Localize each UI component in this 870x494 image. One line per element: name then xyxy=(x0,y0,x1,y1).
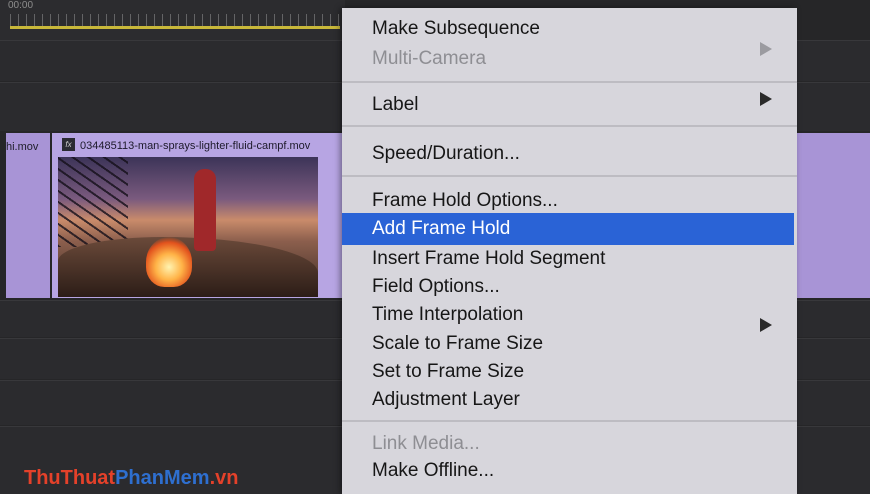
time-ruler[interactable]: 00:00 xyxy=(0,0,345,40)
context-menu: Make Subsequence Multi-Camera Label Spee… xyxy=(342,8,797,494)
menu-separator xyxy=(342,420,797,422)
clip-previous-name: hi.mov xyxy=(6,141,39,153)
submenu-arrow-icon xyxy=(760,318,772,332)
work-area-bar[interactable] xyxy=(10,26,340,29)
watermark-logo: ThuThuatPhanMem.vn xyxy=(24,467,239,489)
menu-item-set-to-frame-size[interactable]: Set to Frame Size xyxy=(372,361,524,383)
fx-icon: fx xyxy=(62,138,75,151)
clip-next[interactable] xyxy=(796,133,870,298)
menu-item-adjustment-layer[interactable]: Adjustment Layer xyxy=(372,389,520,411)
menu-item-time-interpolation[interactable]: Time Interpolation xyxy=(372,304,523,326)
menu-item-insert-frame-hold-segment[interactable]: Insert Frame Hold Segment xyxy=(372,248,605,270)
clip-previous[interactable]: hi.mov xyxy=(6,133,50,298)
menu-separator xyxy=(342,125,797,127)
menu-item-frame-hold-options[interactable]: Frame Hold Options... xyxy=(372,190,558,212)
clip-selected[interactable]: fx 034485113-man-sprays-lighter-fluid-ca… xyxy=(52,133,344,298)
menu-separator xyxy=(342,81,797,83)
menu-item-field-options[interactable]: Field Options... xyxy=(372,276,500,298)
submenu-arrow-icon xyxy=(760,42,772,56)
menu-item-make-subsequence[interactable]: Make Subsequence xyxy=(372,18,540,40)
clip-name: 034485113-man-sprays-lighter-fluid-campf… xyxy=(80,140,311,152)
submenu-arrow-icon xyxy=(760,92,772,106)
menu-separator xyxy=(342,175,797,177)
menu-item-make-offline[interactable]: Make Offline... xyxy=(372,460,494,482)
menu-item-multi-camera[interactable]: Multi-Camera xyxy=(372,48,486,70)
menu-item-label[interactable]: Label xyxy=(372,94,419,116)
menu-item-scale-to-frame-size[interactable]: Scale to Frame Size xyxy=(372,333,543,355)
ruler-ticks xyxy=(10,14,340,26)
menu-item-link-media[interactable]: Link Media... xyxy=(372,433,480,455)
ruler-timecode: 00:00 xyxy=(8,0,34,11)
clip-thumbnail xyxy=(58,157,318,297)
menu-item-add-frame-hold[interactable]: Add Frame Hold xyxy=(372,218,510,240)
menu-item-speed-duration[interactable]: Speed/Duration... xyxy=(372,143,520,165)
